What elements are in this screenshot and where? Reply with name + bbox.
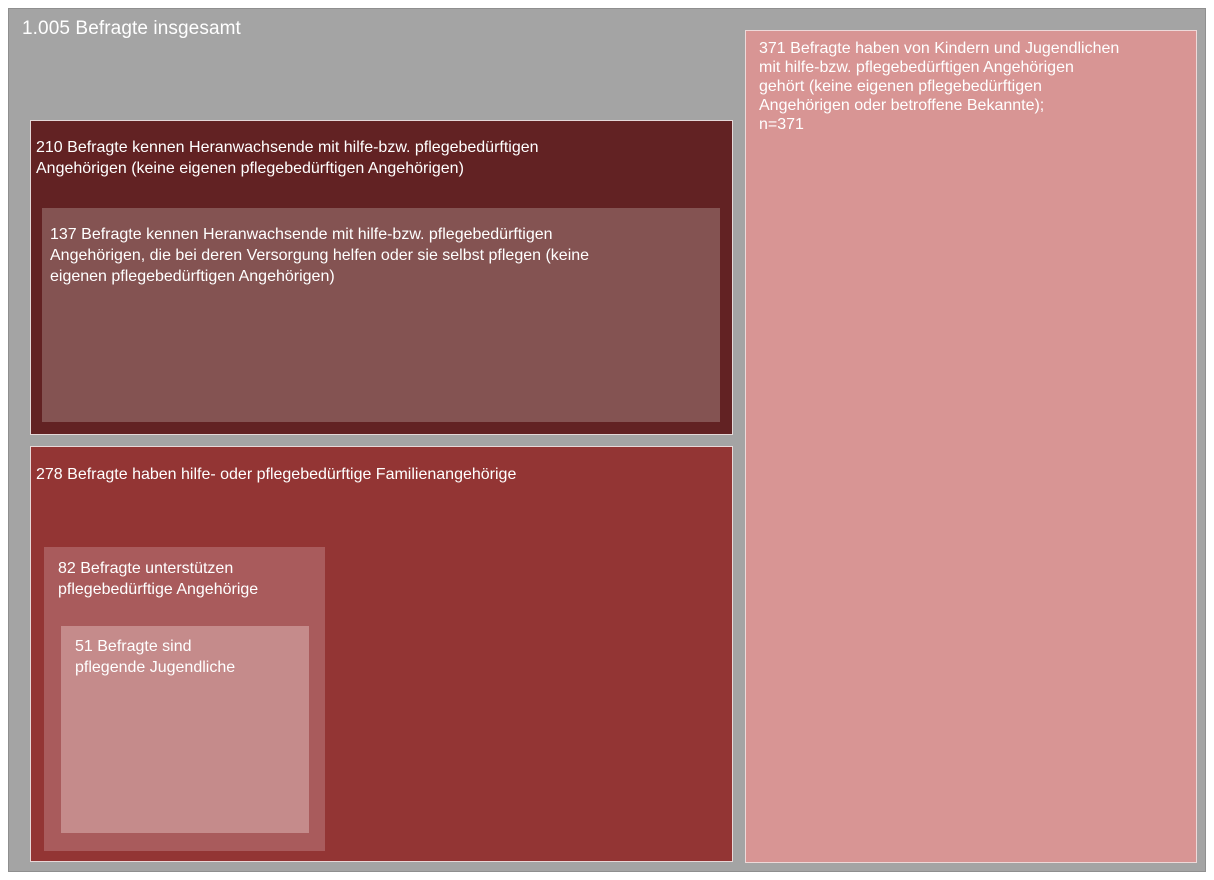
total-respondents-label: 1.005 Befragte insgesamt xyxy=(22,18,241,39)
group-82-label: 82 Befragte unterstützen pflegebedürftig… xyxy=(58,560,259,598)
group-51-box: 51 Befragte sind pflegende Jugendliche xyxy=(61,626,309,833)
group-137-label: 137 Befragte kennen Heranwachsende mit h… xyxy=(50,226,590,285)
group-137-box: 137 Befragte kennen Heranwachsende mit h… xyxy=(42,208,720,422)
group-210-label: 210 Befragte kennen Heranwachsende mit h… xyxy=(36,139,539,177)
group-278-label: 278 Befragte haben hilfe- oder pflegebed… xyxy=(36,466,517,483)
group-371-box: 371 Befragte haben von Kindern und Jugen… xyxy=(745,30,1197,863)
group-51-label: 51 Befragte sind pflegende Jugendliche xyxy=(75,638,236,676)
group-371-label: 371 Befragte haben von Kindern und Jugen… xyxy=(759,40,1120,133)
